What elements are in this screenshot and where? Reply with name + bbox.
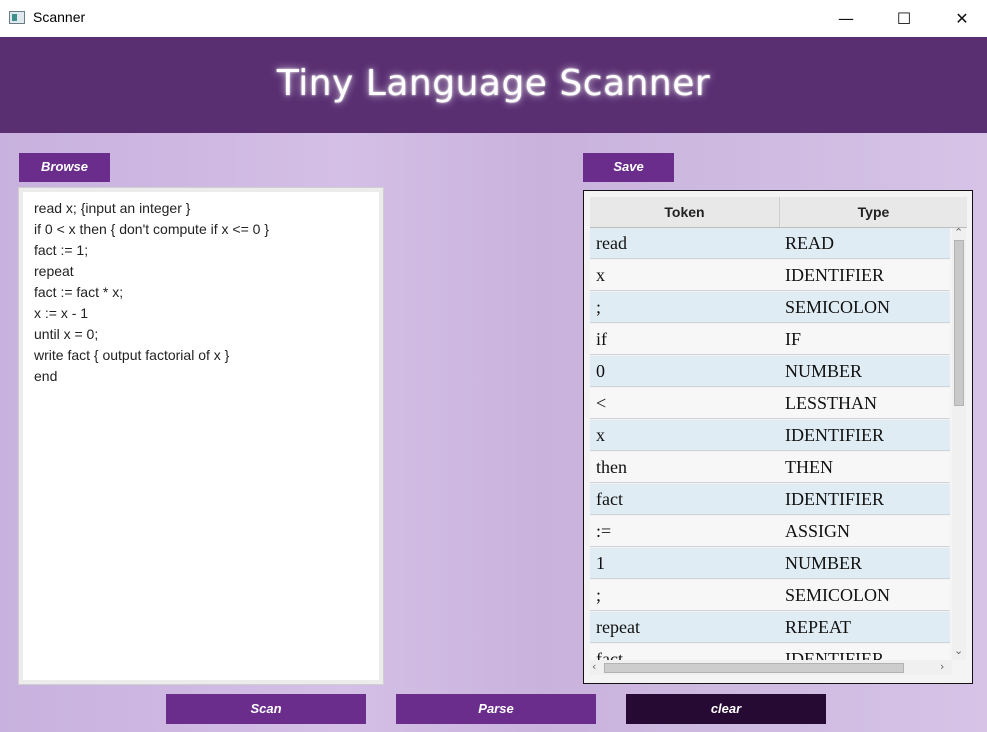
vertical-scrollbar[interactable]: ⌃ ⌄ xyxy=(952,226,966,660)
table-body: read READ x IDENTIFIER ; SEMICOLON if IF 0 NU… xyxy=(590,228,950,660)
browse-button[interactable]: Browse xyxy=(19,153,110,182)
table-row[interactable]: ; SEMICOLON xyxy=(590,292,950,323)
app-title: Tiny Language Scanner xyxy=(276,63,711,104)
type-cell: NUMBER xyxy=(785,361,863,381)
type-cell: IDENTIFIER xyxy=(785,649,884,660)
type-cell: SEMICOLON xyxy=(785,585,891,605)
scan-button[interactable]: Scan xyxy=(166,694,366,724)
code-line: fact := 1; xyxy=(34,242,89,258)
app-icon xyxy=(9,11,25,24)
type-cell: IDENTIFIER xyxy=(785,489,884,509)
token-cell: read xyxy=(596,233,627,253)
token-cell: fact xyxy=(596,649,623,660)
table-row[interactable]: := ASSIGN xyxy=(590,516,950,547)
token-cell: repeat xyxy=(596,617,640,637)
scroll-down-icon[interactable]: ⌄ xyxy=(954,644,963,657)
table-header: Token Type xyxy=(590,197,967,228)
code-line: if 0 < x then { don't compute if x <= 0 … xyxy=(34,221,269,237)
parse-button[interactable]: Parse xyxy=(396,694,596,724)
code-line: end xyxy=(34,368,58,384)
code-line: until x = 0; xyxy=(34,326,99,342)
column-header-token[interactable]: Token xyxy=(590,197,780,227)
save-button[interactable]: Save xyxy=(583,153,674,182)
horizontal-scroll-thumb[interactable] xyxy=(604,663,904,673)
table-row[interactable]: repeat REPEAT xyxy=(590,612,950,643)
token-cell: ; xyxy=(596,585,602,605)
token-cell: < xyxy=(596,393,607,413)
type-cell: READ xyxy=(785,233,834,253)
token-cell: x xyxy=(596,425,605,445)
token-cell: ; xyxy=(596,297,602,317)
table-row[interactable]: fact IDENTIFIER xyxy=(590,644,950,660)
clear-button[interactable]: clear xyxy=(626,694,826,724)
type-cell: IDENTIFIER xyxy=(785,265,884,285)
token-cell: then xyxy=(596,457,627,477)
table-row[interactable]: < LESSTHAN xyxy=(590,388,950,419)
token-cell: fact xyxy=(596,489,623,509)
table-row[interactable]: x IDENTIFIER xyxy=(590,260,950,291)
token-cell: 0 xyxy=(596,361,605,381)
header-banner: Tiny Language Scanner xyxy=(0,37,987,133)
scroll-right-icon[interactable]: › xyxy=(940,660,944,673)
horizontal-scrollbar[interactable]: ‹ › xyxy=(590,660,952,675)
table-row[interactable]: then THEN xyxy=(590,452,950,483)
table-row[interactable]: x IDENTIFIER xyxy=(590,420,950,451)
title-bar: Scanner — ☐ ✕ xyxy=(0,0,987,37)
token-cell: if xyxy=(596,329,607,349)
type-cell: LESSTHAN xyxy=(785,393,878,413)
maximize-button[interactable]: ☐ xyxy=(875,0,933,36)
token-cell: := xyxy=(596,521,612,541)
source-code-editor[interactable]: read x; {input an integer } if 0 < x the… xyxy=(19,188,383,684)
code-line: read x; {input an integer } xyxy=(34,200,191,216)
code-line: repeat xyxy=(34,263,74,279)
scroll-left-icon[interactable]: ‹ xyxy=(592,660,596,673)
code-line: write fact { output factorial of x } xyxy=(34,347,230,363)
vertical-scroll-thumb[interactable] xyxy=(954,240,964,406)
table-row[interactable]: if IF xyxy=(590,324,950,355)
type-cell: SEMICOLON xyxy=(785,297,891,317)
table-row[interactable]: ; SEMICOLON xyxy=(590,580,950,611)
token-cell: x xyxy=(596,265,605,285)
code-line: fact := fact * x; xyxy=(34,284,124,300)
column-header-type[interactable]: Type xyxy=(780,197,967,227)
type-cell: REPEAT xyxy=(785,617,852,637)
code-line: x := x - 1 xyxy=(34,305,89,321)
close-button[interactable]: ✕ xyxy=(933,0,987,36)
type-cell: THEN xyxy=(785,457,833,477)
type-cell: ASSIGN xyxy=(785,521,851,541)
table-row[interactable]: fact IDENTIFIER xyxy=(590,484,950,515)
minimize-button[interactable]: — xyxy=(817,0,875,36)
table-row[interactable]: 1 NUMBER xyxy=(590,548,950,579)
type-cell: NUMBER xyxy=(785,553,863,573)
table-row[interactable]: 0 NUMBER xyxy=(590,356,950,387)
type-cell: IF xyxy=(785,329,802,349)
window-title: Scanner xyxy=(33,9,86,25)
type-cell: IDENTIFIER xyxy=(785,425,884,445)
token-cell: 1 xyxy=(596,553,605,573)
table-row[interactable]: read READ xyxy=(590,228,950,259)
scroll-up-icon[interactable]: ⌃ xyxy=(954,226,963,239)
token-table[interactable]: Token Type read READ x IDENTIFIER ; SEMICOL… xyxy=(583,190,973,684)
